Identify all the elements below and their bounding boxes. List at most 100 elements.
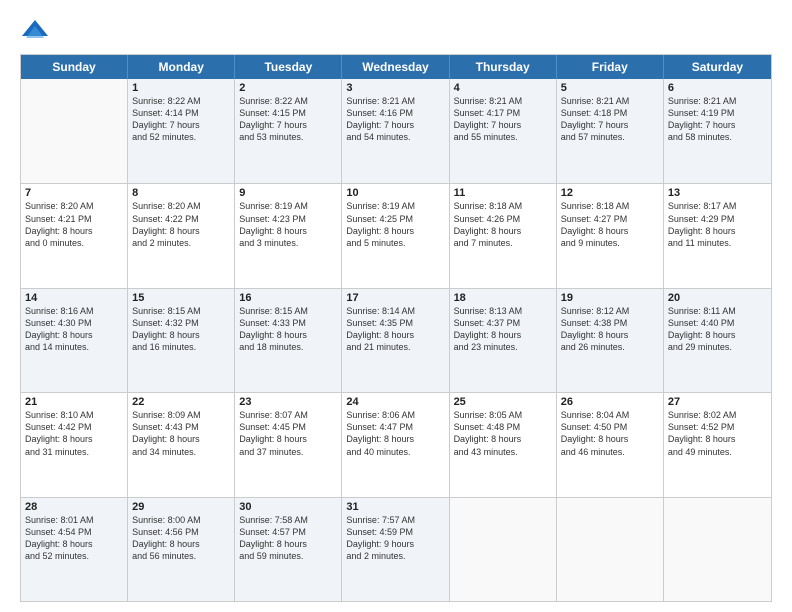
day-number: 26	[561, 396, 659, 408]
cell-line: Sunrise: 8:21 AM	[561, 95, 659, 107]
cell-line: Sunset: 4:22 PM	[132, 213, 230, 225]
cal-cell-w3-d6: 27Sunrise: 8:02 AMSunset: 4:52 PMDayligh…	[664, 393, 771, 496]
cell-line: Daylight: 8 hours	[25, 225, 123, 237]
cell-line: Sunset: 4:23 PM	[239, 213, 337, 225]
header-day-saturday: Saturday	[664, 55, 771, 79]
cell-line: and 31 minutes.	[25, 446, 123, 458]
cell-line: Sunset: 4:32 PM	[132, 317, 230, 329]
week-row-3: 21Sunrise: 8:10 AMSunset: 4:42 PMDayligh…	[21, 392, 771, 496]
cell-line: Daylight: 7 hours	[668, 119, 767, 131]
cal-cell-w2-d0: 14Sunrise: 8:16 AMSunset: 4:30 PMDayligh…	[21, 289, 128, 392]
cal-cell-w2-d4: 18Sunrise: 8:13 AMSunset: 4:37 PMDayligh…	[450, 289, 557, 392]
cell-line: Daylight: 8 hours	[668, 225, 767, 237]
cell-line: and 18 minutes.	[239, 341, 337, 353]
cell-line: Sunset: 4:33 PM	[239, 317, 337, 329]
cell-line: and 0 minutes.	[25, 237, 123, 249]
day-number: 30	[239, 501, 337, 513]
cell-line: Daylight: 8 hours	[346, 329, 444, 341]
cell-line: Sunrise: 8:21 AM	[668, 95, 767, 107]
cal-cell-w1-d4: 11Sunrise: 8:18 AMSunset: 4:26 PMDayligh…	[450, 184, 557, 287]
cell-line: Sunrise: 8:02 AM	[668, 409, 767, 421]
cell-line: and 2 minutes.	[346, 550, 444, 562]
cell-line: Sunset: 4:17 PM	[454, 107, 552, 119]
day-number: 12	[561, 187, 659, 199]
cell-line: and 16 minutes.	[132, 341, 230, 353]
cal-cell-w2-d6: 20Sunrise: 8:11 AMSunset: 4:40 PMDayligh…	[664, 289, 771, 392]
cell-line: Sunrise: 8:16 AM	[25, 305, 123, 317]
cell-line: Daylight: 8 hours	[132, 329, 230, 341]
cal-cell-w2-d1: 15Sunrise: 8:15 AMSunset: 4:32 PMDayligh…	[128, 289, 235, 392]
day-number: 20	[668, 292, 767, 304]
header-day-sunday: Sunday	[21, 55, 128, 79]
cell-line: Sunrise: 8:19 AM	[239, 200, 337, 212]
cell-line: Daylight: 8 hours	[239, 433, 337, 445]
cal-cell-w3-d3: 24Sunrise: 8:06 AMSunset: 4:47 PMDayligh…	[342, 393, 449, 496]
cell-line: Sunrise: 8:01 AM	[25, 514, 123, 526]
logo	[20, 16, 54, 46]
cell-line: Sunrise: 8:13 AM	[454, 305, 552, 317]
cell-line: and 2 minutes.	[132, 237, 230, 249]
cal-cell-w1-d0: 7Sunrise: 8:20 AMSunset: 4:21 PMDaylight…	[21, 184, 128, 287]
cell-line: Sunset: 4:42 PM	[25, 421, 123, 433]
cell-line: Daylight: 7 hours	[454, 119, 552, 131]
cal-cell-w1-d3: 10Sunrise: 8:19 AMSunset: 4:25 PMDayligh…	[342, 184, 449, 287]
cal-cell-w2-d5: 19Sunrise: 8:12 AMSunset: 4:38 PMDayligh…	[557, 289, 664, 392]
cell-line: Sunrise: 8:12 AM	[561, 305, 659, 317]
cell-line: Sunrise: 8:06 AM	[346, 409, 444, 421]
cell-line: and 23 minutes.	[454, 341, 552, 353]
cal-cell-w4-d6	[664, 498, 771, 601]
day-number: 7	[25, 187, 123, 199]
cell-line: Sunset: 4:19 PM	[668, 107, 767, 119]
cell-line: and 11 minutes.	[668, 237, 767, 249]
week-row-0: 1Sunrise: 8:22 AMSunset: 4:14 PMDaylight…	[21, 79, 771, 183]
day-number: 31	[346, 501, 444, 513]
day-number: 5	[561, 82, 659, 94]
cell-line: Daylight: 8 hours	[239, 225, 337, 237]
cell-line: Daylight: 7 hours	[346, 119, 444, 131]
cal-cell-w1-d1: 8Sunrise: 8:20 AMSunset: 4:22 PMDaylight…	[128, 184, 235, 287]
cell-line: Sunset: 4:21 PM	[25, 213, 123, 225]
cell-line: Sunset: 4:56 PM	[132, 526, 230, 538]
cell-line: and 14 minutes.	[25, 341, 123, 353]
cell-line: and 57 minutes.	[561, 131, 659, 143]
cell-line: and 37 minutes.	[239, 446, 337, 458]
cell-line: Sunrise: 8:15 AM	[239, 305, 337, 317]
day-number: 19	[561, 292, 659, 304]
cell-line: Daylight: 9 hours	[346, 538, 444, 550]
week-row-4: 28Sunrise: 8:01 AMSunset: 4:54 PMDayligh…	[21, 497, 771, 601]
cell-line: Sunset: 4:47 PM	[346, 421, 444, 433]
cell-line: Sunrise: 8:20 AM	[132, 200, 230, 212]
cell-line: Sunrise: 8:15 AM	[132, 305, 230, 317]
cell-line: Sunset: 4:43 PM	[132, 421, 230, 433]
cell-line: Sunset: 4:27 PM	[561, 213, 659, 225]
cell-line: Sunrise: 8:18 AM	[561, 200, 659, 212]
cell-line: Sunrise: 8:14 AM	[346, 305, 444, 317]
day-number: 10	[346, 187, 444, 199]
cal-cell-w0-d2: 2Sunrise: 8:22 AMSunset: 4:15 PMDaylight…	[235, 79, 342, 183]
cell-line: Sunset: 4:54 PM	[25, 526, 123, 538]
cell-line: Daylight: 8 hours	[561, 225, 659, 237]
day-number: 15	[132, 292, 230, 304]
calendar-body: 1Sunrise: 8:22 AMSunset: 4:14 PMDaylight…	[21, 79, 771, 601]
header	[20, 16, 772, 46]
cell-line: Daylight: 8 hours	[561, 433, 659, 445]
cell-line: and 29 minutes.	[668, 341, 767, 353]
day-number: 22	[132, 396, 230, 408]
cal-cell-w4-d5	[557, 498, 664, 601]
cal-cell-w0-d1: 1Sunrise: 8:22 AMSunset: 4:14 PMDaylight…	[128, 79, 235, 183]
cal-cell-w0-d6: 6Sunrise: 8:21 AMSunset: 4:19 PMDaylight…	[664, 79, 771, 183]
cell-line: Sunset: 4:26 PM	[454, 213, 552, 225]
cell-line: Daylight: 7 hours	[561, 119, 659, 131]
cell-line: Sunrise: 8:21 AM	[454, 95, 552, 107]
cell-line: Daylight: 8 hours	[132, 225, 230, 237]
cell-line: Sunrise: 8:18 AM	[454, 200, 552, 212]
cell-line: Daylight: 8 hours	[454, 329, 552, 341]
cell-line: and 9 minutes.	[561, 237, 659, 249]
cell-line: Sunrise: 7:58 AM	[239, 514, 337, 526]
cell-line: Sunset: 4:25 PM	[346, 213, 444, 225]
cal-cell-w4-d3: 31Sunrise: 7:57 AMSunset: 4:59 PMDayligh…	[342, 498, 449, 601]
cal-cell-w3-d1: 22Sunrise: 8:09 AMSunset: 4:43 PMDayligh…	[128, 393, 235, 496]
day-number: 8	[132, 187, 230, 199]
day-number: 18	[454, 292, 552, 304]
cal-cell-w4-d1: 29Sunrise: 8:00 AMSunset: 4:56 PMDayligh…	[128, 498, 235, 601]
